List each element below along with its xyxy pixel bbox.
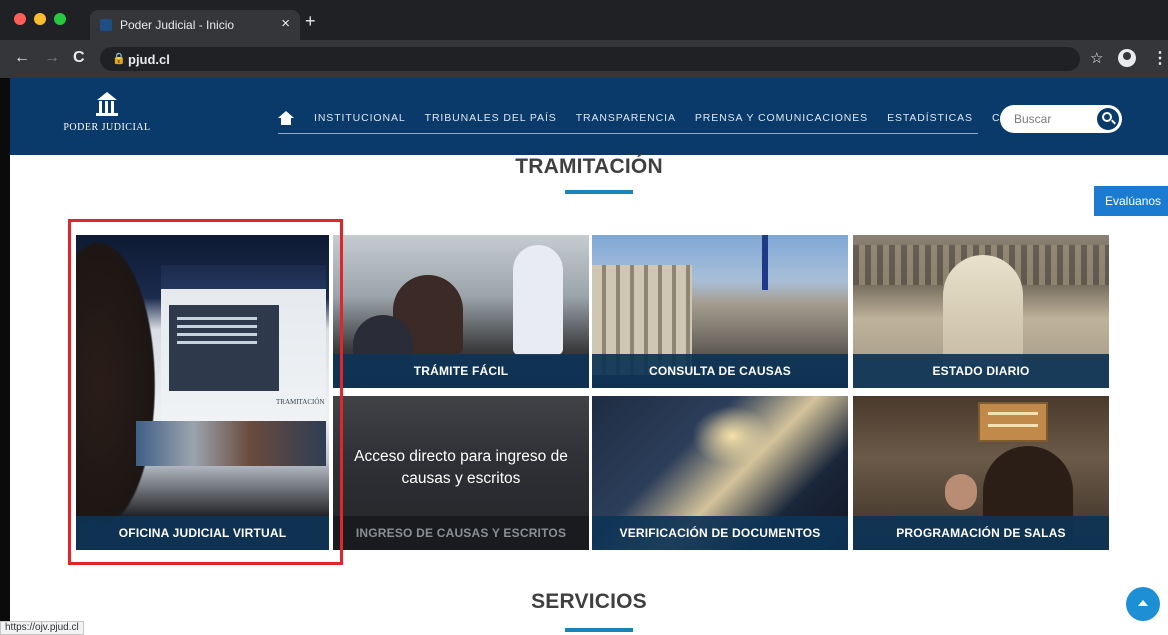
tab-close-icon[interactable]: × xyxy=(281,15,290,32)
browser-toolbar: ← → C 🔒 pjud.cl ☆ ⋮ xyxy=(0,40,1168,78)
courthouse-icon xyxy=(95,92,119,118)
browser-window: Poder Judicial - Inicio × + ← → C 🔒 pjud… xyxy=(0,0,1168,635)
section-divider xyxy=(565,190,633,194)
poder-judicial-logo[interactable]: PODER JUDICIAL xyxy=(52,92,162,142)
star-icon[interactable]: ☆ xyxy=(1090,49,1103,67)
new-tab-icon[interactable]: + xyxy=(305,12,316,30)
search-placeholder: Buscar xyxy=(1014,112,1052,126)
back-icon[interactable]: ← xyxy=(14,49,30,67)
menu-underline xyxy=(278,133,978,134)
tab-bar: Poder Judicial - Inicio × + xyxy=(0,0,1168,40)
page-content: TRAMITACIÓN Evalúanos TRAMITACIÓN OFICIN… xyxy=(10,155,1168,635)
highlight-box xyxy=(68,219,343,565)
menu-item-transparencia[interactable]: TRANSPARENCIA xyxy=(576,112,676,124)
section-divider xyxy=(565,628,633,632)
menu-icon[interactable]: ⋮ xyxy=(1152,48,1168,68)
card-programacion-salas[interactable]: PROGRAMACIÓN DE SALAS xyxy=(853,396,1109,550)
menu-item-institucional[interactable]: INSTITUCIONAL xyxy=(314,112,406,124)
reload-icon[interactable]: C xyxy=(73,49,85,67)
card-estado-diario[interactable]: ESTADO DIARIO xyxy=(853,235,1109,388)
card-label-estado: ESTADO DIARIO xyxy=(853,354,1109,388)
maximize-window-button[interactable] xyxy=(54,13,66,25)
menu-item-tribunales[interactable]: TRIBUNALES DEL PAÍS xyxy=(425,112,557,124)
search-input[interactable]: Buscar xyxy=(1000,105,1122,133)
menu-item-estadisticas[interactable]: ESTADÍSTICAS xyxy=(887,112,973,124)
address-url: pjud.cl xyxy=(128,52,170,67)
close-window-button[interactable] xyxy=(14,13,26,25)
tab-title: Poder Judicial - Inicio xyxy=(120,18,235,32)
card-tramite-facil[interactable]: TRÁMITE FÁCIL xyxy=(333,235,589,388)
card-label-consulta: CONSULTA DE CAUSAS xyxy=(592,354,848,388)
card-label-tramite: TRÁMITE FÁCIL xyxy=(333,354,589,388)
address-bar[interactable]: 🔒 pjud.cl xyxy=(100,47,1080,71)
card-label-salas: PROGRAMACIÓN DE SALAS xyxy=(853,516,1109,550)
home-icon[interactable] xyxy=(278,111,294,125)
card-ingreso-causas[interactable]: Acceso directo para ingreso de causas y … xyxy=(333,396,589,550)
site-header: PODER JUDICIAL INSTITUCIONAL TRIBUNALES … xyxy=(10,78,1168,155)
section-title-tramitacion: TRAMITACIÓN xyxy=(515,155,663,178)
card-label-verificacion: VERIFICACIÓN DE DOCUMENTOS xyxy=(592,516,848,550)
menu-item-prensa[interactable]: PRENSA Y COMUNICACIONES xyxy=(695,112,868,124)
ingreso-overlay-text: Acceso directo para ingreso de causas y … xyxy=(354,448,568,487)
search-icon[interactable] xyxy=(1097,108,1119,130)
lock-icon: 🔒 xyxy=(112,53,126,65)
main-menu: INSTITUCIONAL TRIBUNALES DEL PAÍS TRANSP… xyxy=(278,108,1041,128)
card-consulta-causas[interactable]: CONSULTA DE CAUSAS xyxy=(592,235,848,388)
status-bar-url: https://ojv.pjud.cl xyxy=(0,621,84,635)
minimize-window-button[interactable] xyxy=(34,13,46,25)
logo-text: PODER JUDICIAL xyxy=(63,122,151,133)
browser-tab[interactable]: Poder Judicial - Inicio × xyxy=(90,10,300,40)
forward-icon[interactable]: → xyxy=(44,49,60,67)
card-label-ingreso: INGRESO DE CAUSAS Y ESCRITOS xyxy=(333,516,589,550)
profile-icon[interactable] xyxy=(1118,49,1136,67)
favicon-icon xyxy=(100,19,112,31)
section-title-servicios: SERVICIOS xyxy=(531,590,647,613)
card-verificacion-documentos[interactable]: VERIFICACIÓN DE DOCUMENTOS xyxy=(592,396,848,550)
evaluanos-button[interactable]: Evalúanos xyxy=(1094,186,1168,216)
scroll-to-top-button[interactable] xyxy=(1126,587,1160,621)
